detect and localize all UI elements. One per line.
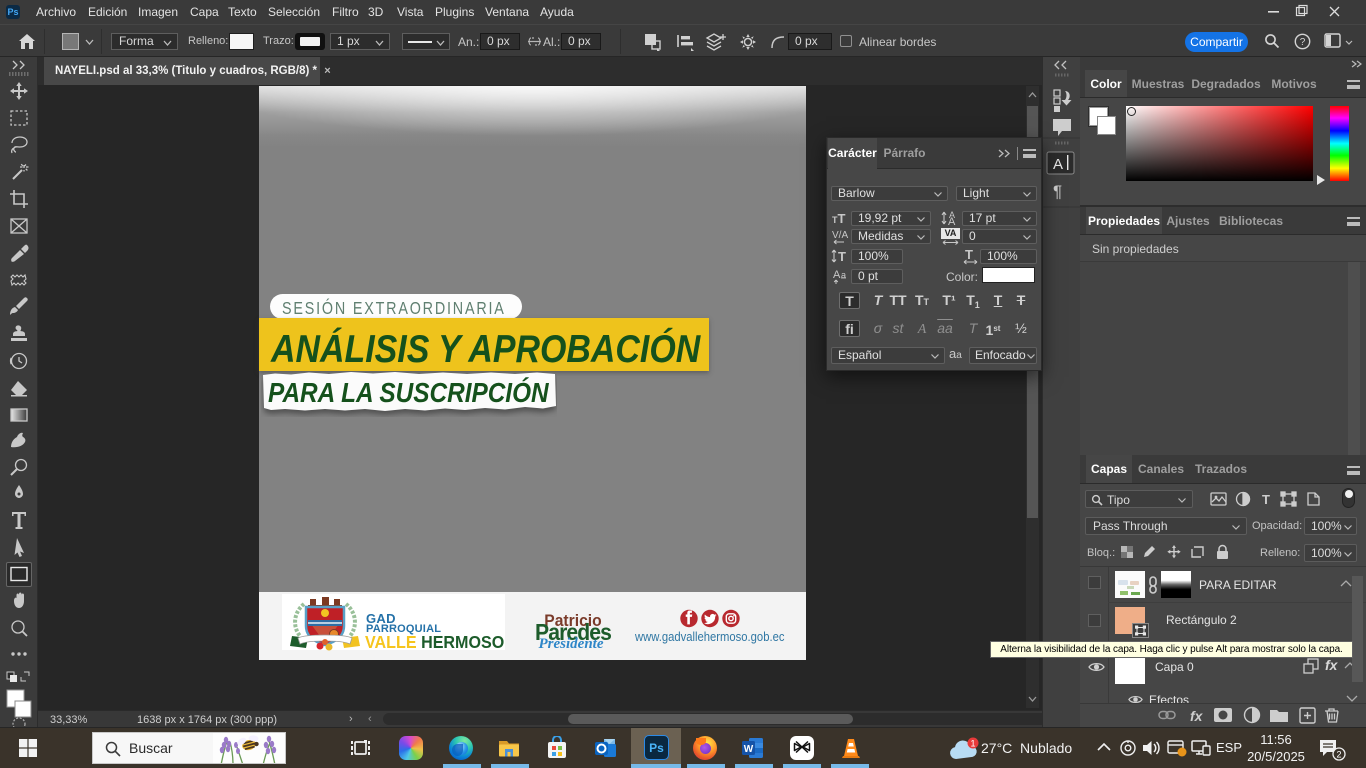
- svg-text:?: ?: [1300, 37, 1306, 48]
- svg-text:1: 1: [970, 739, 975, 749]
- svg-text:T: T: [1262, 492, 1270, 507]
- svg-text:a: a: [841, 270, 846, 280]
- svg-text:A: A: [948, 216, 956, 227]
- svg-text:¶: ¶: [1053, 182, 1062, 201]
- svg-text:A: A: [833, 269, 841, 281]
- svg-text:2: 2: [1336, 750, 1341, 760]
- svg-text:V/A: V/A: [832, 230, 848, 241]
- svg-text:T: T: [838, 249, 846, 264]
- svg-text:A: A: [1053, 156, 1063, 173]
- svg-text:fx: fx: [1190, 708, 1204, 724]
- svg-text:W: W: [744, 744, 754, 755]
